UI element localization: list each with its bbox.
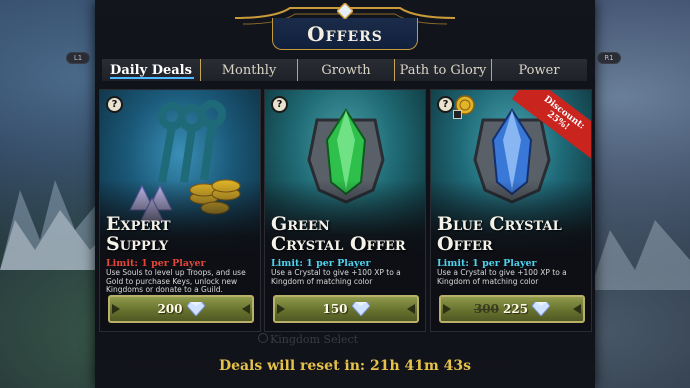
kingdom-select-icon	[258, 333, 268, 343]
offer-title: Green Crystal Offer	[271, 214, 425, 254]
l1-button[interactable]: L1	[66, 52, 90, 64]
help-icon[interactable]: ?	[106, 96, 123, 113]
gem-currency-icon	[351, 302, 370, 316]
offers-title-banner: Offers	[272, 18, 418, 50]
tab-daily-deals[interactable]: Daily Deals	[102, 59, 200, 81]
offer-title-line: Supply	[106, 233, 169, 255]
mountains-left-decoration	[0, 180, 100, 270]
offer-description: Use a Crystal to give +100 XP to a Kingd…	[437, 268, 567, 286]
tab-growth[interactable]: Growth	[298, 59, 394, 81]
deals-reset-timer: Deals will reset in: 21h 41m 43s	[218, 358, 472, 374]
kingdom-select-hint: Kingdom Select	[270, 333, 359, 346]
offer-card-blue-crystal[interactable]: ? Discount: 25%! Blue Crystal Offer Limi…	[430, 89, 592, 332]
buy-button[interactable]: 300 225	[439, 295, 585, 323]
offer-title-line: Blue Crystal	[437, 213, 562, 235]
diamond-gem-icon	[337, 3, 353, 19]
price-value: 200	[157, 302, 183, 316]
offer-title: Blue Crystal Offer	[437, 214, 591, 254]
price-value: 150	[322, 302, 348, 316]
offer-title: Expert Supply	[106, 214, 260, 254]
offer-description: Use a Crystal to give +100 XP to a Kingd…	[271, 268, 401, 286]
offer-card-green-crystal[interactable]: ? Green Crystal Offer Limit: 1 per Playe…	[264, 89, 426, 332]
offer-card-expert-supply[interactable]: ? Expert Supply Limit: 1 per Player Use …	[99, 89, 261, 332]
tab-power[interactable]: Power	[492, 59, 586, 81]
gem-currency-icon	[532, 302, 551, 316]
buy-button[interactable]: 200	[108, 295, 254, 323]
offer-title-line: Expert	[106, 213, 171, 235]
help-icon[interactable]: ?	[271, 96, 288, 113]
square-badge-icon	[453, 110, 462, 119]
tab-path-to-glory[interactable]: Path to Glory	[395, 59, 491, 81]
tab-monthly[interactable]: Monthly	[201, 59, 297, 81]
gem-currency-icon	[186, 302, 205, 316]
offer-title-line: Crystal Offer	[271, 233, 406, 255]
old-price: 300	[473, 302, 499, 316]
help-icon[interactable]: ?	[437, 96, 454, 113]
page-title: Offers	[307, 21, 383, 46]
price-value: 225	[503, 302, 529, 316]
offer-title-line: Offer	[437, 233, 493, 255]
offers-tab-bar: Daily Deals Monthly Growth Path to Glory…	[102, 59, 587, 81]
offer-description: Use Souls to level up Troops, and use Go…	[106, 268, 246, 294]
mountains-right-decoration	[590, 220, 690, 290]
buy-button[interactable]: 150	[273, 295, 419, 323]
r1-button[interactable]: R1	[597, 52, 621, 64]
offer-title-line: Green	[271, 213, 330, 235]
